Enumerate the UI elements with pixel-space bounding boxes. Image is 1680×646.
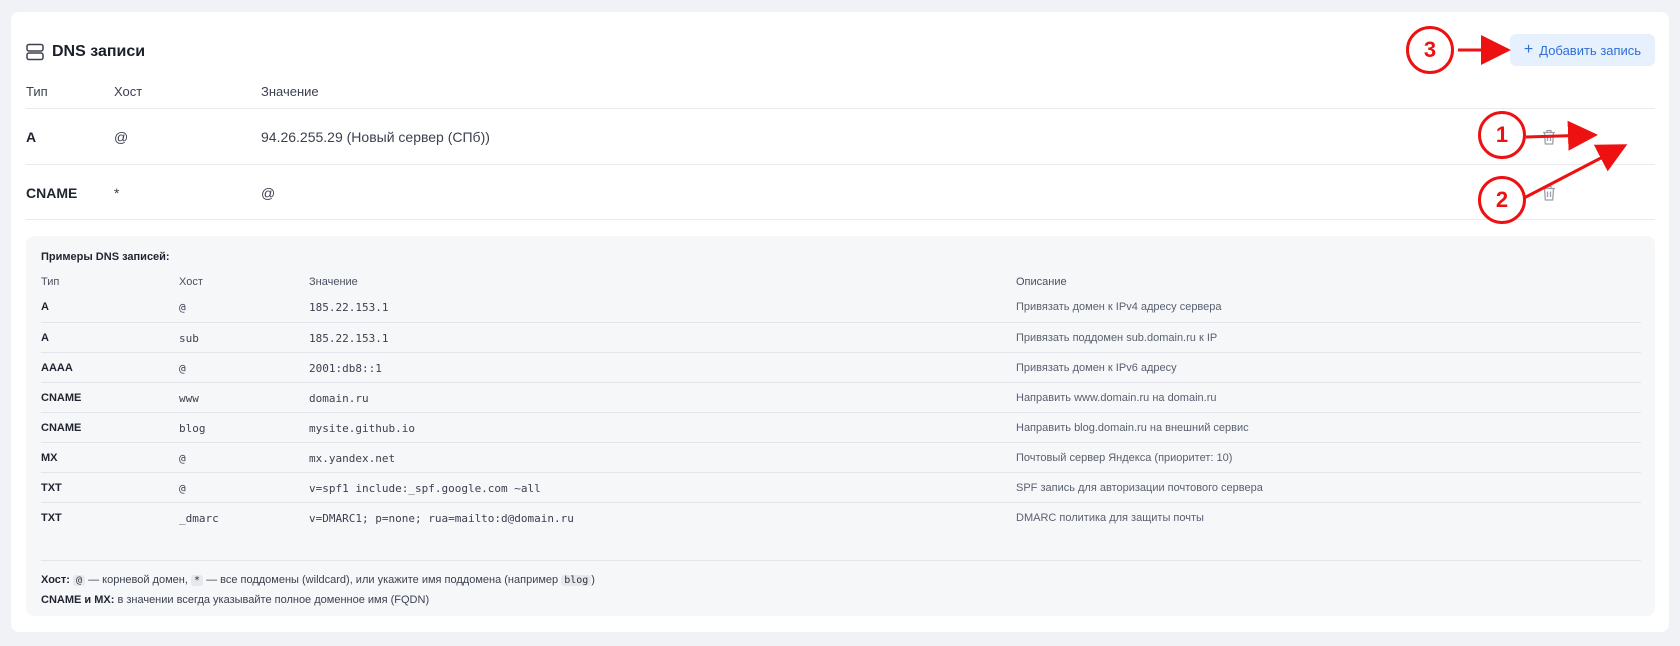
annotation-badge: 1 xyxy=(1478,111,1526,159)
annotation-badge: 3 xyxy=(1406,26,1454,74)
annotation-arrows xyxy=(1458,35,1628,200)
arrow-1 xyxy=(1525,120,1598,151)
arrow-2 xyxy=(1523,144,1628,200)
annotation-badge: 2 xyxy=(1478,176,1526,224)
